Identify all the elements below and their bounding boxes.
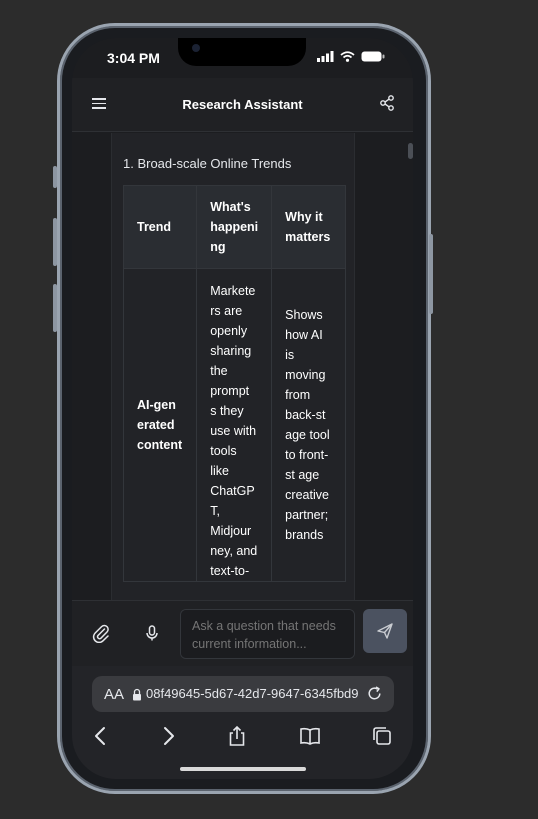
signal-icon — [317, 51, 334, 62]
table-header-whats-happening: What's happeni ng — [196, 185, 273, 269]
url-text: 08f49645-5d67-42d7-9647-6345fbd9 — [146, 686, 359, 701]
wifi-icon — [340, 51, 355, 62]
scrollbar[interactable] — [408, 143, 413, 159]
table-header-why-it-matters: Why it matters — [271, 185, 346, 269]
tabs-icon[interactable] — [371, 725, 393, 747]
trends-table: Trend What's happeni ng Why it matters A… — [122, 185, 346, 582]
chat-content[interactable]: 1. Broad-scale Online Trends Trend What'… — [72, 133, 413, 600]
forward-icon[interactable] — [157, 725, 179, 747]
share-icon[interactable] — [379, 95, 395, 111]
lock-icon — [133, 688, 141, 701]
assistant-message: 1. Broad-scale Online Trends Trend What'… — [111, 133, 355, 600]
app-header: Research Assistant — [72, 78, 413, 132]
composer-bar — [72, 600, 413, 666]
table-cell-whats-happening: Markete rs are openly sharing the prompt… — [196, 268, 273, 582]
camera-icon — [192, 44, 200, 52]
status-icons — [317, 51, 385, 62]
page-title: Research Assistant — [182, 97, 303, 112]
table-row: AI-gen erated content Markete rs are ope… — [122, 268, 346, 582]
share-sheet-icon[interactable] — [226, 725, 248, 747]
url-bar[interactable]: AA 08f49645-5d67-42d7-9647-6345fbd9 — [92, 676, 394, 712]
back-icon[interactable] — [90, 725, 112, 747]
send-icon — [377, 623, 393, 639]
paperclip-icon[interactable] — [91, 623, 111, 643]
status-time: 3:04 PM — [107, 50, 160, 66]
bookmarks-icon[interactable] — [299, 725, 321, 747]
text-size-button[interactable]: AA — [104, 686, 124, 703]
battery-icon — [361, 51, 385, 62]
section-heading: 1. Broad-scale Online Trends — [123, 156, 292, 171]
prompt-input[interactable] — [180, 609, 355, 659]
table-header-row: Trend What's happeni ng Why it matters — [122, 185, 346, 269]
home-indicator — [180, 767, 306, 771]
reload-icon[interactable] — [366, 685, 383, 702]
browser-toolbar: AA 08f49645-5d67-42d7-9647-6345fbd9 — [72, 666, 413, 779]
phone-power-button — [429, 234, 433, 314]
microphone-icon[interactable] — [142, 623, 162, 643]
phone-action-button — [53, 166, 57, 188]
send-button[interactable] — [363, 609, 407, 653]
table-cell-trend: AI-gen erated content — [122, 268, 198, 582]
phone-volume-up-button — [53, 218, 57, 266]
table-header-trend: Trend — [122, 185, 198, 269]
table-cell-why-it-matters: Shows how AI is moving from back-st age … — [271, 268, 346, 582]
dynamic-island — [178, 38, 306, 66]
status-bar: 3:04 PM — [72, 38, 413, 78]
phone-volume-down-button — [53, 284, 57, 332]
phone-screen: 3:04 PM Research Assistant 1. Broad-scal… — [72, 38, 413, 779]
